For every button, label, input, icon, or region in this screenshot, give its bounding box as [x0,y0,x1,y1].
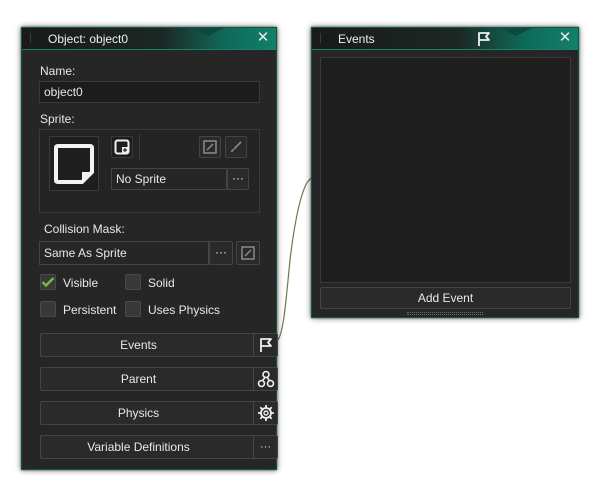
collision-mask-value: Same As Sprite [44,246,127,260]
sprite-select[interactable]: No Sprite [111,168,227,190]
add-event-button[interactable]: Add Event [320,287,571,309]
variable-definitions-menu-button[interactable]: ··· [253,436,277,458]
parent-button[interactable]: Parent [41,368,236,390]
sprite-preview[interactable] [49,136,99,191]
titlebar-notch [500,28,532,36]
visible-label[interactable]: Visible [63,276,98,290]
collision-mask-select[interactable]: Same As Sprite [39,241,209,265]
sprite-select-value: No Sprite [116,172,167,186]
edit-sprite-button[interactable] [199,136,221,158]
object-window: Object: object0 ✕ Name: object0 Sprite: [21,27,278,470]
empty-sprite-icon [54,143,94,184]
collision-menu-button[interactable]: ··· [209,241,233,265]
sprite-menu-button[interactable]: ··· [227,168,249,190]
sprite-divider [139,134,140,160]
uses-physics-label[interactable]: Uses Physics [148,303,220,317]
drag-handle-icon [320,33,330,43]
variable-definitions-row: Variable Definitions ··· [40,435,278,459]
drag-handle-icon [30,33,40,43]
checkmark-icon [41,277,55,288]
persistent-checkbox[interactable] [40,301,56,317]
parent-hierarchy-button[interactable] [253,368,277,390]
resize-grip[interactable] [407,312,483,315]
events-row: Events [40,333,278,357]
events-window-title: Events [338,31,375,46]
object-window-title: Object: object0 [48,31,129,46]
events-window-titlebar[interactable]: Events ✕ [312,28,578,50]
sprite-panel: No Sprite ··· [39,129,260,213]
hierarchy-icon [257,370,274,388]
variable-definitions-button[interactable]: Variable Definitions [41,436,236,458]
close-icon[interactable]: ✕ [256,30,270,46]
flag-icon [259,338,272,352]
sprite-label: Sprite: [40,112,75,126]
solid-checkbox[interactable] [125,274,141,290]
object-window-titlebar[interactable]: Object: object0 ✕ [22,28,276,50]
edit-icon [203,140,217,154]
events-flag-button[interactable] [253,334,277,356]
physics-button[interactable]: Physics [41,402,236,424]
events-button[interactable]: Events [41,334,236,356]
edit-icon [241,246,255,260]
titlebar-notch [192,28,224,36]
uses-physics-checkbox[interactable] [125,301,141,317]
physics-row: Physics [40,401,278,425]
persistent-label[interactable]: Persistent [63,303,116,317]
parent-row: Parent [40,367,278,391]
name-label: Name: [40,64,76,78]
physics-settings-button[interactable] [253,402,277,424]
solid-label[interactable]: Solid [148,276,175,290]
edit-collision-button[interactable] [236,241,260,265]
close-icon[interactable]: ✕ [558,30,572,46]
connector-line [277,177,313,341]
flag-icon [478,32,490,46]
collision-mask-label: Collision Mask: [44,222,125,236]
events-list[interactable] [320,57,571,283]
new-sprite-icon [114,139,130,155]
name-field[interactable]: object0 [39,81,260,103]
gear-icon [257,405,274,421]
brush-icon [231,141,242,152]
paint-sprite-button[interactable] [225,136,247,158]
new-sprite-button[interactable] [111,136,133,158]
events-window: Events ✕ Add Event [311,27,579,318]
visible-checkbox[interactable] [40,274,56,290]
